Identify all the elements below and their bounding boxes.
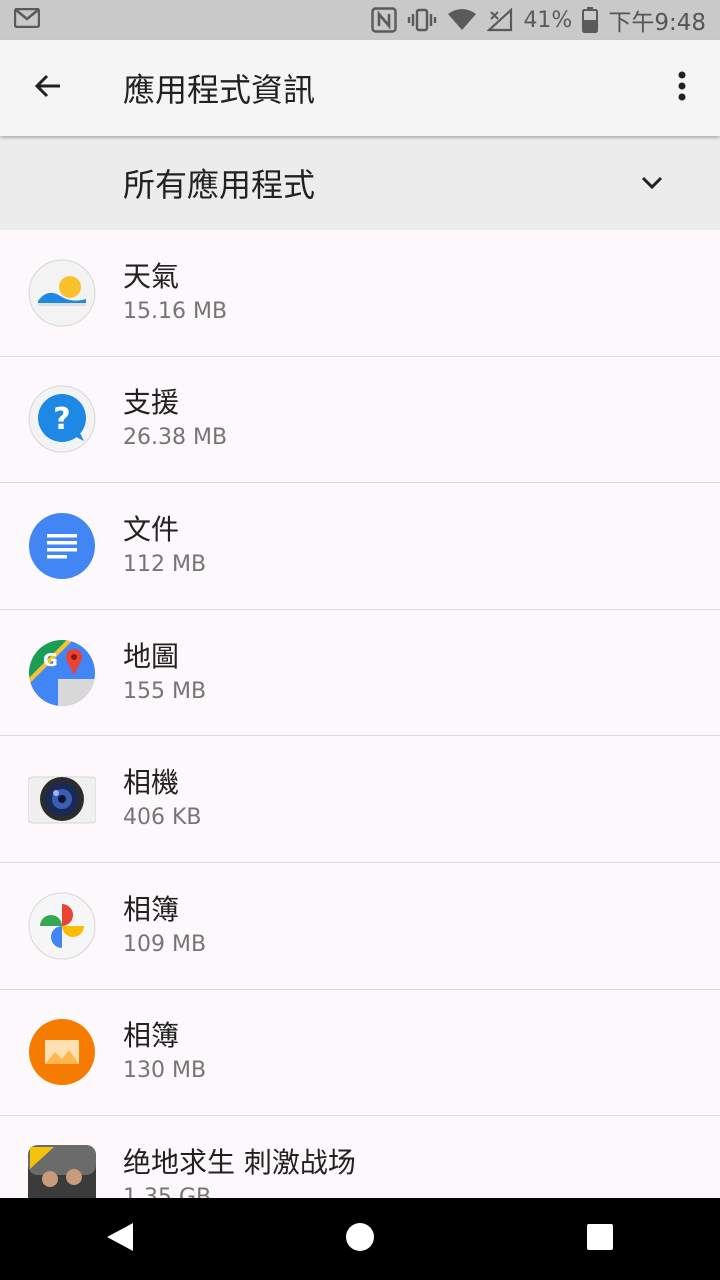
app-bar: 應用程式資訊 (0, 40, 720, 136)
app-name: 绝地求生 刺激战场 (123, 1145, 356, 1179)
app-row-maps[interactable]: G 地圖 155 MB (0, 609, 720, 737)
app-filter-dropdown[interactable]: 所有應用程式 (0, 136, 720, 230)
app-name: 相機 (123, 766, 180, 800)
battery-icon (582, 7, 599, 33)
arrow-back-icon (33, 71, 63, 105)
docs-icon (28, 512, 96, 580)
app-row-pubg[interactable]: 绝地求生 刺激战场 1.35 GB (0, 1116, 720, 1198)
app-row-weather[interactable]: 天氣 15.16 MB (0, 230, 720, 357)
svg-text:G: G (43, 650, 58, 671)
app-size: 155 MB (123, 678, 207, 704)
nav-recents-button[interactable] (540, 1198, 660, 1280)
navigation-bar (0, 1198, 720, 1280)
app-size: 26.38 MB (123, 425, 228, 451)
google-photos-icon (28, 892, 96, 960)
more-vert-icon (677, 71, 687, 105)
camera-icon (28, 765, 96, 833)
svg-text:?: ? (53, 402, 70, 437)
back-button[interactable] (0, 40, 96, 136)
app-row-camera[interactable]: 相機 406 KB (0, 736, 720, 863)
app-row-docs[interactable]: 文件 112 MB (0, 483, 720, 610)
filter-label: 所有應用程式 (123, 166, 316, 204)
nav-back-button[interactable] (60, 1198, 180, 1280)
app-name: 地圖 (123, 639, 180, 673)
nav-home-button[interactable] (300, 1198, 420, 1280)
nav-home-icon (345, 1222, 375, 1256)
app-size: 130 MB (123, 1058, 207, 1084)
app-row-gallery[interactable]: 相簿 130 MB (0, 989, 720, 1117)
cellular-signal-icon (487, 8, 513, 32)
nfc-icon (371, 7, 398, 33)
gmail-icon (13, 7, 41, 32)
app-name: 相簿 (123, 1019, 180, 1053)
more-options-button[interactable] (644, 40, 720, 136)
app-row-support[interactable]: ? 支援 26.38 MB (0, 356, 720, 484)
support-icon: ? (28, 385, 96, 453)
notification-area (13, 7, 41, 32)
page-title: 應用程式資訊 (123, 71, 316, 109)
status-bar: 41% 下午9:48 (0, 0, 720, 40)
app-name: 支援 (123, 386, 180, 420)
pubg-icon (28, 1144, 96, 1198)
app-row-google-photos[interactable]: 相簿 109 MB (0, 862, 720, 990)
app-size: 112 MB (123, 551, 207, 577)
app-name: 文件 (123, 512, 180, 546)
status-time: 下午9:48 (608, 10, 706, 36)
gallery-icon (28, 1018, 96, 1086)
app-list[interactable]: 天氣 15.16 MB ? 支援 26.38 MB 文件 112 MB G 地圖… (0, 230, 720, 1198)
chevron-down-icon (638, 169, 666, 197)
app-size: 109 MB (123, 931, 207, 957)
app-size: 1.35 GB (123, 1184, 212, 1198)
nav-recents-icon (586, 1223, 614, 1255)
app-size: 406 KB (123, 805, 202, 831)
app-name: 相簿 (123, 892, 180, 926)
battery-percent: 41% (523, 7, 573, 33)
nav-back-icon (105, 1221, 135, 1257)
maps-icon: G (28, 639, 96, 707)
app-size: 15.16 MB (123, 298, 228, 324)
vibrate-icon (407, 8, 437, 32)
weather-icon (28, 259, 96, 327)
app-name: 天氣 (123, 259, 180, 293)
wifi-icon (447, 8, 477, 32)
